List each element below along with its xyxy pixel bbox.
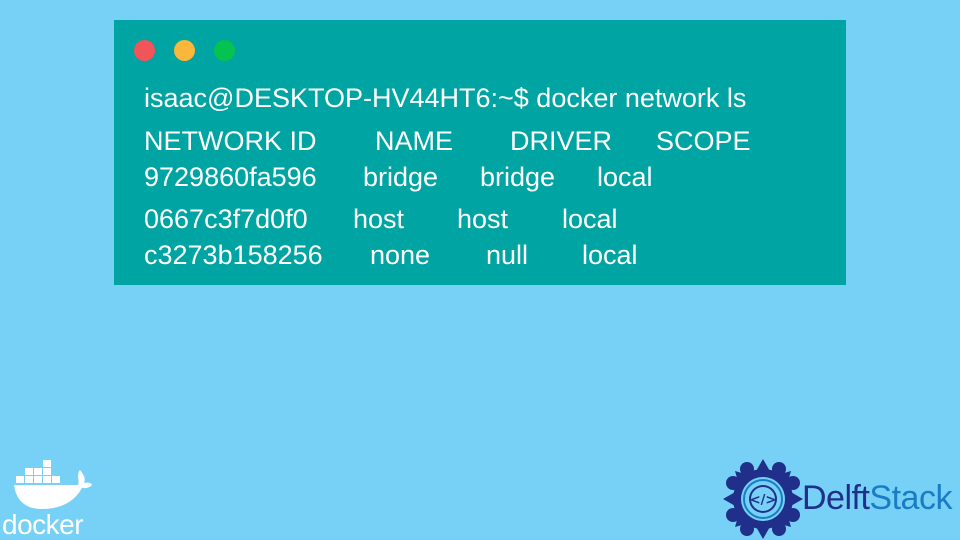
network-id: 9729860fa596 — [144, 162, 317, 192]
column-header: NAME — [375, 126, 454, 156]
network-driver: bridge — [480, 162, 556, 192]
network-scope: local — [597, 162, 653, 192]
delft-word: Delft — [802, 479, 870, 517]
close-dot-icon[interactable] — [134, 40, 155, 61]
table-header: NETWORK ID NAME DRIVER SCOPE — [144, 126, 824, 156]
network-id: c3273b158256 — [144, 240, 323, 270]
delftstack-emblem-icon: </> — [723, 459, 803, 539]
column-header: DRIVER — [510, 126, 613, 156]
network-driver: host — [457, 204, 509, 234]
prompt-line: isaac@DESKTOP-HV44HT6:~$ docker network … — [144, 83, 747, 113]
table-row: 0667c3f7d0f0 host host local — [144, 204, 824, 234]
terminal-window: isaac@DESKTOP-HV44HT6:~$ docker network … — [114, 20, 846, 285]
minimize-dot-icon[interactable] — [174, 40, 195, 61]
svg-text:</>: </> — [750, 493, 777, 508]
maximize-dot-icon[interactable] — [214, 40, 235, 61]
table-row: 9729860fa596 bridge bridge local — [144, 162, 824, 192]
network-name: host — [353, 204, 405, 234]
stack-word: Stack — [869, 479, 952, 517]
delftstack-logo-text: DelftStack — [802, 478, 952, 518]
column-header: NETWORK ID — [144, 126, 317, 156]
column-header: SCOPE — [656, 126, 751, 156]
network-scope: local — [582, 240, 638, 270]
network-name: none — [370, 240, 431, 270]
table-row: c3273b158256 none null local — [144, 240, 824, 270]
network-scope: local — [562, 204, 618, 234]
network-driver: null — [486, 240, 529, 270]
docker-logo-text: docker — [2, 509, 84, 540]
network-name: bridge — [363, 162, 439, 192]
network-id: 0667c3f7d0f0 — [144, 204, 308, 234]
